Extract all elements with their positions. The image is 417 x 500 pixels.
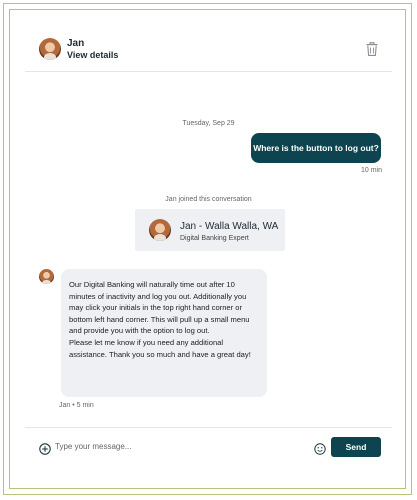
agent-avatar bbox=[39, 38, 61, 60]
message-input[interactable] bbox=[55, 438, 295, 454]
plus-circle-icon[interactable] bbox=[39, 443, 51, 455]
agent-card-role: Digital Banking Expert bbox=[180, 235, 249, 242]
trash-icon[interactable] bbox=[366, 42, 378, 56]
date-divider: Tuesday, Sep 29 bbox=[182, 120, 235, 127]
agent-name: Jan bbox=[67, 38, 85, 49]
message-avatar bbox=[39, 269, 54, 284]
chat-header: Jan View details bbox=[25, 25, 392, 72]
send-button[interactable]: Send bbox=[331, 437, 381, 457]
view-details-link[interactable]: View details bbox=[67, 50, 118, 60]
composer: Send bbox=[25, 427, 392, 478]
outgoing-message: Where is the button to log out? bbox=[251, 133, 381, 163]
chat-panel: Jan View details Tuesday, Sep 29 Where i… bbox=[25, 25, 392, 477]
incoming-meta: Jan • 5 min bbox=[59, 402, 94, 409]
agent-card: Jan - Walla Walla, WA Digital Banking Ex… bbox=[135, 209, 285, 251]
agent-card-avatar bbox=[149, 219, 171, 241]
incoming-message: Our Digital Banking will naturally time … bbox=[61, 269, 267, 397]
incoming-message-paragraph: Please let me know if you need any addit… bbox=[69, 337, 251, 359]
outgoing-timestamp: 10 min bbox=[360, 167, 382, 174]
smiley-icon[interactable] bbox=[314, 443, 326, 455]
agent-card-name: Jan - Walla Walla, WA bbox=[180, 221, 279, 232]
system-note: Jan joined this conversation bbox=[165, 196, 252, 203]
incoming-message-paragraph: Our Digital Banking will naturally time … bbox=[69, 280, 250, 336]
